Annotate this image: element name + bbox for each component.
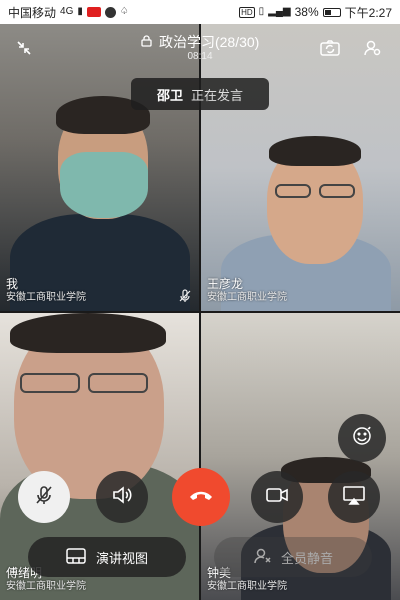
battery-percent: 38% xyxy=(294,5,319,19)
meeting-title-text: 政治学习(28/30) xyxy=(158,34,260,50)
glasses xyxy=(88,373,148,393)
app-notification-icon xyxy=(104,6,116,18)
participant-org: 安徽工商职业学院 xyxy=(207,581,287,592)
video-camera-icon xyxy=(265,486,289,509)
participant-hair xyxy=(10,313,166,353)
network-icon: 4G xyxy=(60,6,74,17)
status-bar: 中国移动 4G ▮ ♤ HD ▯ ▂▄▆ 38% 下午2:27 xyxy=(0,0,400,24)
signal-icon: ▮ xyxy=(77,6,83,17)
mic-muted-icon xyxy=(177,289,193,305)
clock: 下午2:27 xyxy=(344,5,392,20)
participant-name: 我 xyxy=(6,277,19,291)
signal-bars-icon: ▂▄▆ xyxy=(268,6,291,17)
speaker-view-label: 演讲视图 xyxy=(95,550,148,566)
mute-mic-button[interactable] xyxy=(18,471,70,523)
video-toggle-button[interactable] xyxy=(251,471,303,523)
tile-label: 王彦龙 安徽工商职业学院 xyxy=(207,277,287,305)
hangup-icon xyxy=(188,488,214,507)
speaker-button[interactable] xyxy=(96,471,148,523)
emoji-button[interactable] xyxy=(338,414,386,462)
tile-label: 我 安徽工商职业学院 xyxy=(6,277,86,305)
speaker-icon xyxy=(111,484,133,511)
mic-off-icon xyxy=(33,484,55,511)
mute-all-icon xyxy=(253,547,271,568)
active-speaker-banner: 邵卫 正在发言 xyxy=(131,78,269,110)
mute-all-button[interactable]: 全员静音 xyxy=(214,537,372,577)
speaker-view-button[interactable]: 演讲视图 xyxy=(28,537,186,577)
mute-all-label: 全员静音 xyxy=(280,550,333,566)
battery-icon xyxy=(322,7,341,17)
carrier-label: 中国移动 xyxy=(8,5,57,20)
participant-org: 安徽工商职业学院 xyxy=(6,292,86,303)
face-mask xyxy=(60,152,148,218)
lock-icon xyxy=(140,35,155,50)
participant-org: 安徽工商职业学院 xyxy=(207,292,287,303)
glasses xyxy=(20,373,80,393)
end-call-button[interactable] xyxy=(172,468,230,526)
snapchat-icon: ♤ xyxy=(119,6,129,17)
participant-hair xyxy=(269,136,361,166)
participant-org: 安徽工商职业学院 xyxy=(6,581,86,592)
meeting-top-bar: 政治学习(28/30) 08:14 xyxy=(0,30,400,70)
recording-icon xyxy=(86,7,101,17)
hd-badge: HD xyxy=(239,6,255,18)
screen-share-icon xyxy=(342,485,366,510)
speaker-view-icon xyxy=(66,547,86,567)
participant-name: 王彦龙 xyxy=(207,277,244,291)
active-speaker-status: 正在发言 xyxy=(191,87,244,103)
flip-camera-icon[interactable] xyxy=(316,34,344,62)
emoji-icon xyxy=(351,425,373,452)
glasses xyxy=(319,184,355,198)
glasses xyxy=(275,184,311,198)
screen-share-button[interactable] xyxy=(328,471,380,523)
active-speaker-name: 邵卫 xyxy=(156,87,183,103)
participants-icon[interactable] xyxy=(358,34,386,62)
vibrate-icon: ▯ xyxy=(258,6,265,17)
